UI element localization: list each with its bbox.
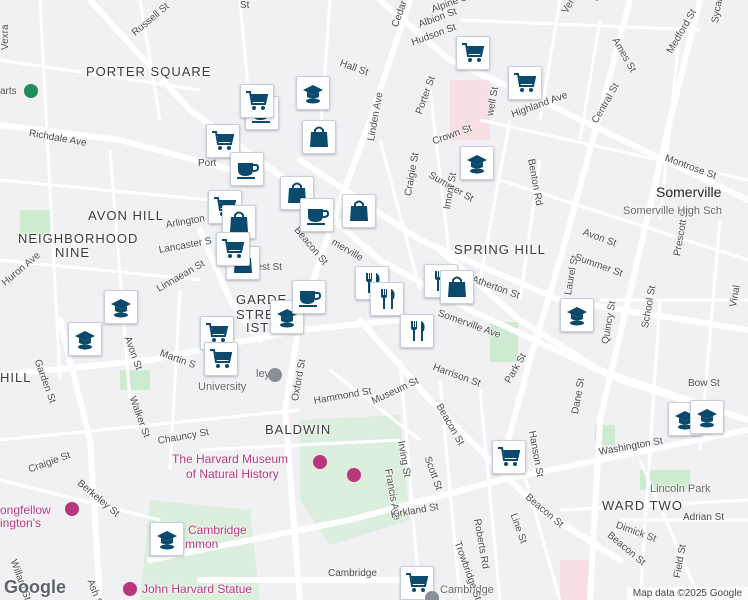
- label-longfellow: ongfellow: [0, 503, 51, 517]
- label-spring-hill: SPRING HILL: [454, 242, 546, 257]
- shopping-cart-icon: [498, 447, 521, 466]
- poi-marker-restaurant[interactable]: [370, 282, 404, 316]
- label-lincoln-park: Lincoln Park: [650, 483, 711, 495]
- shopping-bag-icon: [350, 200, 368, 221]
- poi-marker-education[interactable]: [460, 146, 494, 180]
- poi-marker-grocery[interactable]: [492, 440, 526, 474]
- poi-marker-education[interactable]: [68, 322, 102, 356]
- label-ward-two: WARD TWO: [602, 498, 683, 513]
- label-washington-s: ington's: [0, 516, 41, 530]
- label-bow: Bow St: [688, 378, 720, 389]
- label-cambridge-st: Cambridge: [328, 568, 377, 579]
- label-natural-history: of Natural History: [186, 467, 279, 481]
- museum-pin-icon[interactable]: [313, 455, 327, 469]
- label-cambridge-c: Cambridge: [188, 523, 247, 537]
- poi-marker-shopping[interactable]: [342, 194, 376, 228]
- label-neighborhood: NEIGHBORHOOD: [18, 231, 139, 246]
- shopping-bag-icon: [310, 126, 328, 147]
- graduation-cap-icon: [303, 85, 323, 104]
- transit-pin-icon[interactable]: [425, 591, 439, 600]
- landmark-pin-icon[interactable]: [65, 502, 79, 516]
- graduation-cap-icon: [697, 409, 717, 428]
- label-vexra: Vexra: [0, 24, 11, 50]
- fork-knife-icon: [411, 321, 425, 341]
- shopping-bag-icon: [448, 276, 466, 297]
- shopping-cart-icon: [514, 73, 537, 92]
- statue-pin-icon[interactable]: [123, 582, 137, 596]
- graduation-cap-icon: [111, 299, 131, 318]
- poi-marker-grocery[interactable]: [216, 232, 250, 266]
- label-university: University: [198, 381, 247, 393]
- label-district: IST: [246, 320, 270, 335]
- poi-marker-shopping[interactable]: [440, 270, 474, 304]
- poi-marker-cafe[interactable]: [292, 280, 326, 314]
- label-john-harvard: John Harvard Statue: [142, 582, 253, 596]
- coffee-cup-icon: [299, 291, 322, 307]
- shopping-cart-icon: [222, 239, 245, 258]
- shopping-cart-icon: [212, 131, 235, 150]
- graduation-cap-icon: [467, 155, 487, 174]
- graduation-cap-icon: [157, 531, 177, 550]
- graduation-cap-icon: [75, 331, 95, 350]
- poi-marker-education[interactable]: [104, 290, 138, 324]
- shopping-cart-icon: [210, 349, 233, 368]
- coffee-cup-icon: [307, 209, 330, 225]
- label-nine: NINE: [55, 245, 91, 260]
- poi-marker-grocery[interactable]: [240, 84, 274, 118]
- university-pin-icon[interactable]: [268, 368, 282, 382]
- poi-marker-education[interactable]: [150, 522, 184, 556]
- poi-marker-cafe[interactable]: [300, 198, 334, 232]
- label-baldwin: BALDWIN: [265, 422, 332, 437]
- label-somerville-high: Somerville High Sch: [623, 205, 723, 217]
- label-adrian: Adrian St: [683, 512, 725, 523]
- shopping-cart-icon: [462, 43, 485, 62]
- poi-marker-cafe[interactable]: [230, 152, 264, 186]
- poi-marker-education[interactable]: [296, 76, 330, 110]
- museum-pin-icon-2[interactable]: [347, 468, 361, 482]
- google-logo: Google: [4, 577, 66, 597]
- label-hill: HILL: [0, 370, 32, 385]
- map-canvas[interactable]: Vexra arts Russell St PORTER SQUARE Richdale…: [0, 0, 748, 600]
- label-porter: Port: [198, 158, 217, 169]
- label-somerville: Somerville: [656, 184, 722, 200]
- graduation-cap-icon: [567, 307, 587, 326]
- label-st-top: St: [240, 0, 250, 11]
- label-common: mmon: [185, 537, 219, 551]
- poi-marker-restaurant[interactable]: [400, 314, 434, 348]
- poi-marker-grocery[interactable]: [204, 342, 238, 376]
- fork-knife-icon: [381, 289, 395, 309]
- shopping-cart-icon: [246, 91, 269, 110]
- poi-marker-grocery[interactable]: [508, 66, 542, 100]
- arts-pin-icon[interactable]: [24, 84, 38, 98]
- poi-marker-education[interactable]: [560, 298, 594, 332]
- poi-marker-education[interactable]: [690, 400, 724, 434]
- poi-marker-grocery[interactable]: [456, 36, 490, 70]
- poi-marker-shopping[interactable]: [302, 120, 336, 154]
- label-harvard-museum: The Harvard Museum: [172, 452, 289, 466]
- label-avon-hill: AVON HILL: [88, 208, 164, 223]
- coffee-cup-icon: [237, 163, 260, 179]
- label-porter-square: PORTER SQUARE: [86, 64, 212, 79]
- label-arts: arts: [0, 86, 17, 97]
- map-attribution[interactable]: Map data ©2025 Google: [626, 587, 748, 600]
